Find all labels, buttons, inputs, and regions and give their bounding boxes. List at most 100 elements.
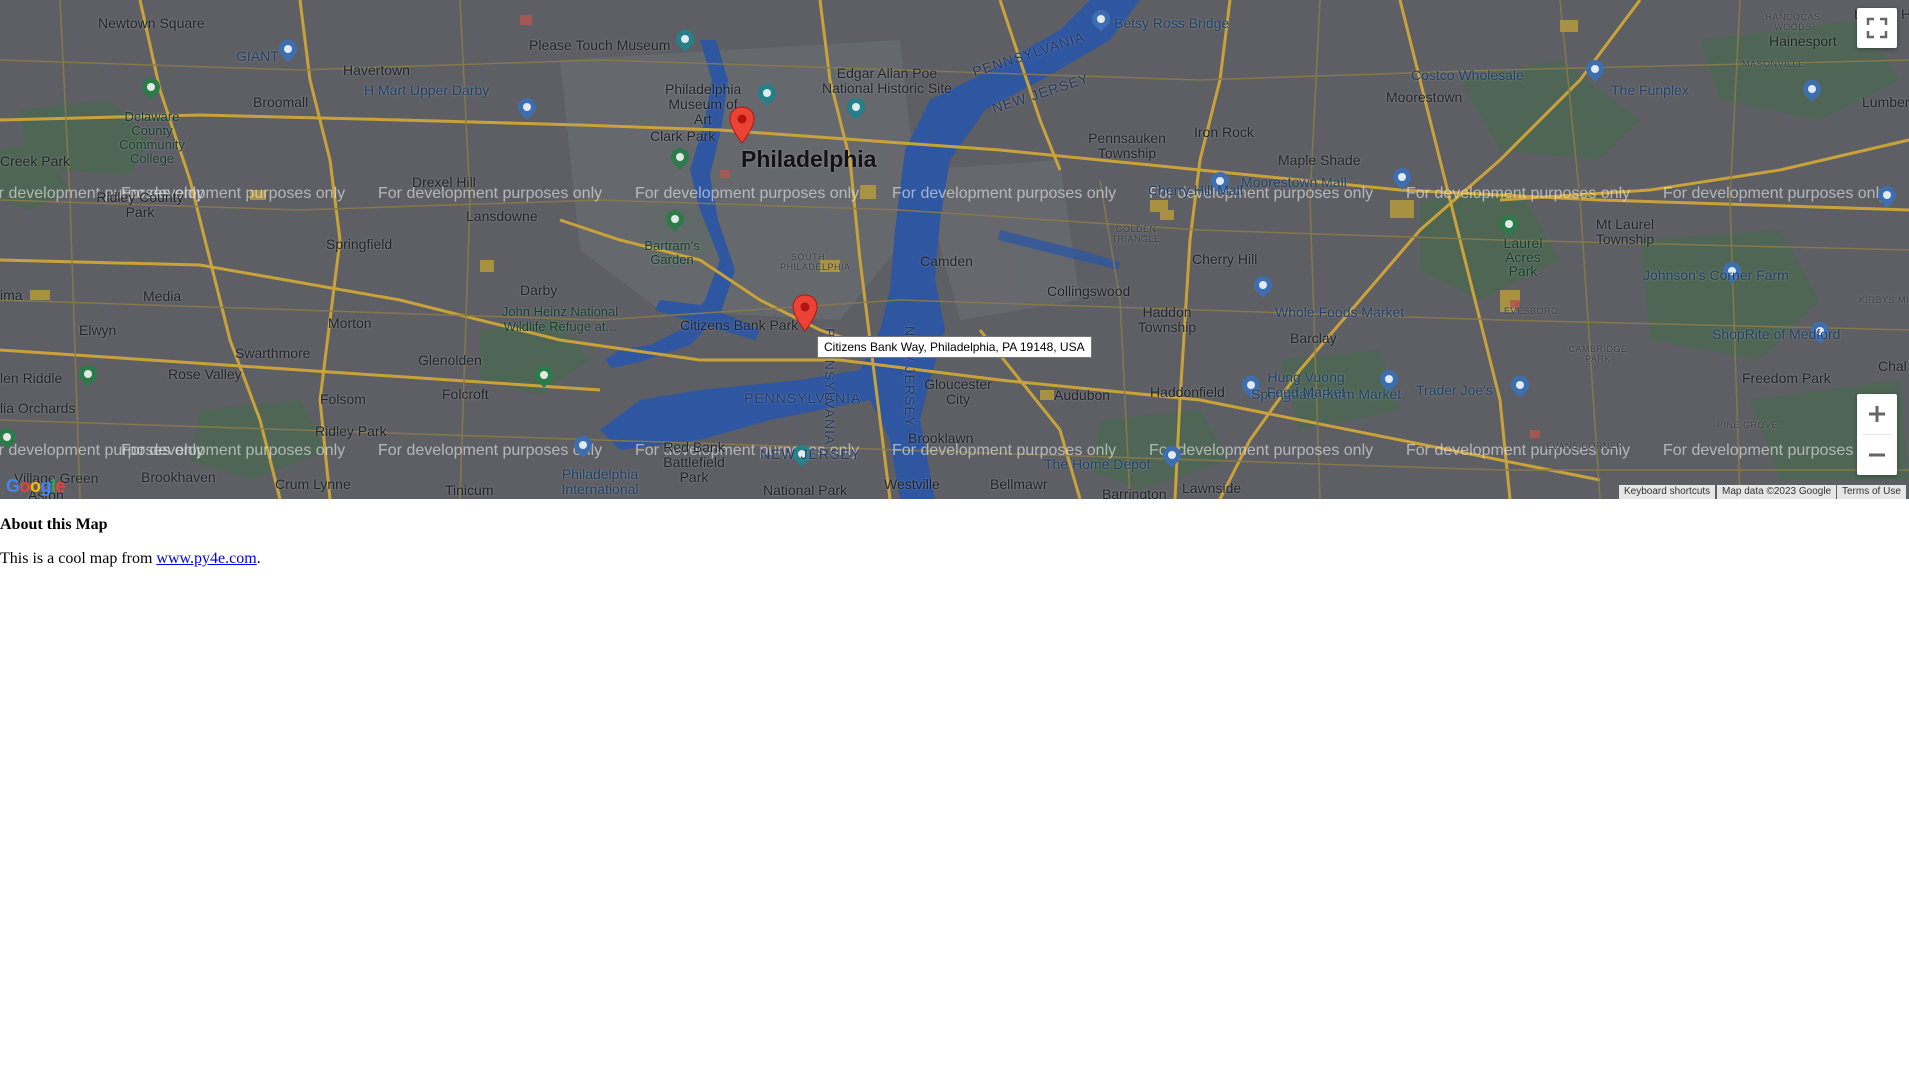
map-label: lia Orchards	[0, 400, 76, 416]
map-label: Haddon Township	[1137, 304, 1197, 335]
map-label: Hung Vuong Food Market	[1266, 369, 1346, 400]
map-label: Lansdowne	[466, 208, 538, 224]
map-label: Swarthmore	[235, 345, 311, 361]
map-label: Broomall	[253, 94, 309, 110]
keyboard-shortcuts-link[interactable]: Keyboard shortcuts	[1619, 485, 1716, 499]
map-base-layer	[0, 0, 1909, 499]
plus-icon	[1869, 406, 1885, 422]
map-label: Lumberto	[1862, 94, 1909, 110]
state-label: PENNSYLVANIA	[744, 390, 862, 406]
map-label: Clark Park	[650, 128, 716, 144]
map-label: The Funplex	[1611, 82, 1689, 98]
google-logo[interactable]: Google	[6, 476, 66, 497]
watermark-text: For development purposes only	[892, 185, 1117, 202]
map-label: EVESBORO	[1504, 306, 1559, 316]
map-label: Camden	[920, 253, 973, 269]
map-label: Tinicum	[445, 482, 494, 498]
paragraph-suffix: .	[256, 550, 261, 567]
map-label: Delaware County Community College	[119, 109, 185, 166]
marker-tooltip: Citizens Bank Way, Philadelphia, PA 1914…	[817, 336, 1092, 358]
watermark-text: For development purposes only	[378, 442, 603, 459]
map-label: Bartram's Garden	[644, 238, 700, 267]
map-label: Betsy Ross Bridge	[1114, 15, 1230, 31]
map-label: KIRBYS MILL	[1859, 295, 1909, 305]
map-label: Chal	[1878, 358, 1907, 374]
map-label: Audubon	[1054, 387, 1111, 403]
map-label: Johnson's Corner Farm	[1643, 267, 1789, 283]
map-label: MASONVILLE	[1742, 59, 1805, 69]
map-label: Philadelphia International	[561, 466, 639, 497]
map-label: Darby	[520, 282, 558, 298]
map-label: Cherry Hill Mall	[1148, 182, 1243, 198]
map-label: Gloucester City	[924, 376, 992, 407]
map-label: Freedom Park	[1742, 370, 1831, 386]
map-label: Westville	[884, 476, 940, 492]
about-heading: About this Map	[0, 516, 108, 533]
map-label: The Home Depot	[1044, 456, 1151, 472]
map-label: Red Bank Battlefield Park	[663, 439, 725, 485]
map-label: Citizens Bank Park	[680, 317, 799, 333]
map-label: Collingswood	[1047, 283, 1131, 299]
map-label: ShopRite of Medford	[1712, 326, 1841, 342]
map-label: PINE GROVE	[1717, 420, 1779, 430]
map-label: Folcroft	[442, 386, 489, 402]
zoom-in-button[interactable]	[1857, 394, 1897, 434]
terms-of-use-link[interactable]: Terms of Use	[1837, 485, 1906, 499]
watermark-text: For development purposes only	[1663, 185, 1888, 202]
map-marker-icon[interactable]	[729, 106, 755, 144]
watermark-text: For development purposes only	[1406, 185, 1631, 202]
map-label: Brooklawn	[908, 430, 974, 446]
zoom-out-button[interactable]	[1857, 435, 1897, 475]
map-label: Hainesport	[1769, 33, 1837, 49]
map-label: Edgar Allan Poe National Historic Site	[822, 65, 952, 96]
map-label: Laurel Acres Park	[1503, 235, 1543, 279]
map-label: Haddonfield	[1150, 384, 1225, 400]
fullscreen-button[interactable]	[1857, 8, 1897, 48]
map-label: Moorestown Mall	[1241, 174, 1347, 190]
map-label: len Riddle	[0, 370, 63, 386]
map-label: Moorestown	[1386, 89, 1463, 105]
map-label: Creek Park	[0, 153, 71, 169]
map-label: Newtown Square	[98, 15, 205, 31]
map-label: GIANT	[236, 48, 279, 64]
map-label: Iron Rock	[1194, 124, 1254, 140]
watermark-text: For development purposes only	[635, 185, 860, 202]
map-label: Pennsauken Township	[1088, 130, 1166, 161]
map-label: Barrington	[1102, 486, 1167, 499]
map-label: Lawnside	[1182, 480, 1242, 496]
map-label: Crum Lynne	[275, 476, 351, 492]
map-label: Rose Valley	[168, 366, 242, 382]
map-label: Glenolden	[418, 352, 482, 368]
map-label: SOUTH PHILADELPHIA	[780, 252, 851, 272]
map-label: CAMBRIDGE PARK	[1568, 344, 1628, 364]
map-label: National Park	[763, 482, 848, 498]
map-label: Media	[143, 288, 182, 304]
map-label: EVANS CORNER	[1546, 441, 1624, 451]
zoom-control	[1857, 394, 1897, 475]
map-label: Cherry Hill	[1192, 251, 1258, 267]
about-paragraph: This is a cool map from www.py4e.com.	[0, 550, 261, 568]
map-label: Barclay	[1290, 330, 1337, 346]
map-container[interactable]: For development purposes only For develo…	[0, 0, 1909, 499]
watermark-text: For development purposes only	[1663, 442, 1888, 459]
map-label: Bellmawr	[990, 476, 1048, 492]
map-label: Elwyn	[79, 322, 117, 338]
fullscreen-icon	[1866, 17, 1888, 39]
map-label: Brookhaven	[141, 469, 216, 485]
map-data-attribution: Map data ©2023 Google	[1717, 485, 1837, 499]
map-label: Morton	[328, 315, 372, 331]
paragraph-text: This is a cool map from	[0, 550, 157, 567]
map-label: Folsom	[320, 391, 366, 407]
map-label: H Mart Upper Darby	[364, 82, 490, 98]
map-label: John Heinz National Wildlife Refuge at..…	[501, 304, 619, 334]
map-label: Costco Wholesale	[1411, 67, 1524, 83]
map-label: Havertown	[343, 62, 410, 78]
map-label: ima	[0, 287, 23, 303]
py4e-link[interactable]: www.py4e.com	[156, 550, 256, 567]
watermark-text: For development purposes only	[1149, 442, 1374, 459]
map-label: Ridley County Park	[96, 189, 184, 220]
watermark-text: For development purposes only	[121, 442, 346, 459]
map-label: Springfield	[326, 236, 393, 252]
map-label: Maple Shade	[1278, 152, 1361, 168]
map-marker-icon[interactable]	[792, 294, 818, 332]
